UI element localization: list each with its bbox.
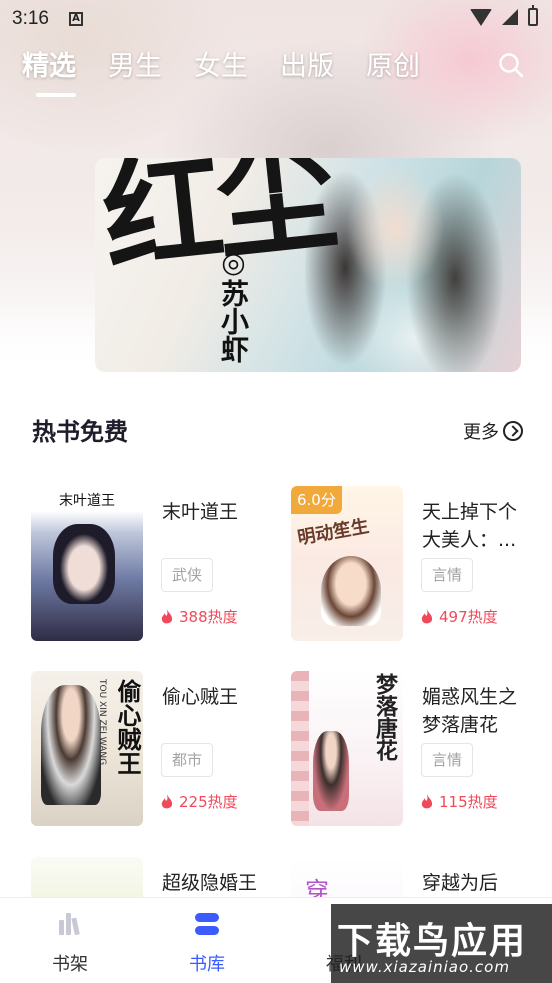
- book-title: 穿越为后: [422, 872, 499, 894]
- tab-featured[interactable]: 精选: [22, 44, 108, 83]
- book-cover: 6.0分 明动笙生: [291, 486, 403, 641]
- cover-title: 明动笙生: [295, 515, 371, 550]
- tab-male[interactable]: 男生: [108, 44, 194, 83]
- book-card[interactable]: 6.0分 明动笙生 天上掉下个大美人：... 言情 497热度: [291, 486, 531, 642]
- cellular-signal-icon: [502, 9, 518, 25]
- featured-banner[interactable]: 红尘 ◎苏小虾: [95, 158, 521, 372]
- more-label: 更多: [463, 422, 499, 443]
- nav-library[interactable]: 书库: [147, 898, 267, 983]
- notification-badge-icon: A: [68, 12, 83, 26]
- tab-published[interactable]: 出版: [280, 44, 366, 83]
- book-heat: 225热度: [161, 791, 238, 812]
- banner-author: ◎苏小虾: [217, 246, 250, 363]
- watermark-overlay: 下载鸟应用 www.xiazainiao.com: [331, 904, 552, 983]
- book-cover: 偷心贼王 TOU XIN ZEI WANG: [31, 671, 143, 826]
- flame-icon: [421, 608, 433, 623]
- book-heat: 497热度: [421, 606, 498, 627]
- book-genre-tag: 都市: [161, 743, 214, 777]
- search-icon[interactable]: [498, 52, 524, 78]
- book-heat: 388热度: [161, 606, 238, 627]
- watermark-text: 下载鸟应用: [337, 921, 528, 962]
- book-title: 末叶道王: [162, 501, 239, 523]
- status-icons: [470, 5, 538, 26]
- flame-icon: [161, 793, 173, 808]
- chevron-right-circle-icon: [503, 421, 523, 441]
- book-card[interactable]: 偷心贼王 TOU XIN ZEI WANG 偷心贼王 都市 225热度: [31, 671, 271, 827]
- library-icon: [195, 913, 219, 935]
- book-score-badge: 6.0分: [291, 486, 342, 514]
- nav-library-label: 书库: [189, 954, 225, 975]
- book-title: 天上掉下个大美人：...: [422, 501, 518, 551]
- watermark-url: www.xiazainiao.com: [339, 958, 510, 976]
- cover-title: 偷心贼王: [113, 679, 142, 775]
- book-heat-label: 225热度: [179, 793, 238, 811]
- book-cover: 梦落唐花: [291, 671, 403, 826]
- cover-title: 末叶道王: [59, 493, 115, 509]
- book-heat-label: 497热度: [439, 608, 498, 626]
- status-bar: 3:16 A: [0, 0, 552, 38]
- active-tab-indicator: [36, 93, 76, 97]
- book-title: 偷心贼王: [162, 686, 239, 708]
- book-title: 超级隐婚王: [162, 872, 258, 894]
- bookshelf-icon: [59, 913, 80, 936]
- cover-portrait: [53, 524, 115, 604]
- nav-bookshelf[interactable]: 书架: [10, 898, 130, 983]
- book-title: 媚惑风生之梦落唐花: [422, 686, 518, 736]
- book-card[interactable]: 梦落唐花 媚惑风生之梦落唐花 言情 115热度: [291, 671, 531, 827]
- status-time: 3:16: [12, 8, 49, 29]
- more-button[interactable]: 更多: [463, 418, 523, 444]
- book-genre-tag: 武侠: [161, 558, 214, 592]
- cover-portrait: [41, 685, 101, 805]
- cover-pinyin: TOU XIN ZEI WANG: [97, 679, 107, 766]
- section-title: 热书免费: [32, 418, 128, 446]
- book-heat-label: 388热度: [179, 608, 238, 626]
- cover-title: 梦落唐花: [372, 673, 398, 761]
- category-tabs: 精选 男生 女生 出版 原创: [22, 44, 452, 83]
- tab-original[interactable]: 原创: [366, 44, 452, 83]
- book-genre-tag: 言情: [421, 743, 474, 777]
- nav-bookshelf-label: 书架: [52, 954, 88, 975]
- book-genre-tag: 言情: [421, 558, 474, 592]
- book-cover: 末叶道王: [31, 486, 143, 641]
- wifi-icon: [470, 8, 492, 26]
- cover-pattern: [291, 671, 309, 826]
- flame-icon: [161, 608, 173, 623]
- book-heat: 115热度: [421, 791, 498, 812]
- book-heat-label: 115热度: [439, 793, 498, 811]
- tab-female[interactable]: 女生: [194, 44, 280, 83]
- cover-portrait: [313, 731, 349, 811]
- flame-icon: [421, 793, 433, 808]
- cover-portrait: [321, 556, 381, 626]
- book-card[interactable]: 末叶道王 末叶道王 武侠 388热度: [31, 486, 271, 642]
- battery-icon: [528, 5, 538, 26]
